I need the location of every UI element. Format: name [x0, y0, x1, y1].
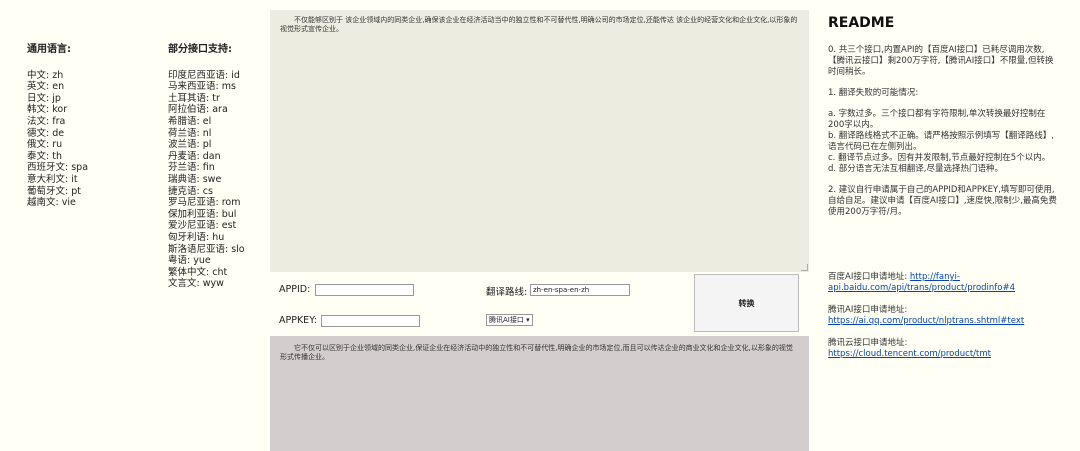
- language-item: 中文: zh: [27, 69, 64, 81]
- partial-languages-title: 部分接口支持:: [168, 44, 232, 55]
- language-item: 保加利亚语: bul: [168, 208, 237, 220]
- resize-grip-icon[interactable]: [801, 264, 808, 271]
- language-item: 越南文: vie: [27, 197, 76, 209]
- tencent-ai-link[interactable]: https://ai.qq.com/product/nlptrans.shtml…: [828, 316, 1024, 326]
- language-item: 韩文: kor: [27, 104, 68, 116]
- api-links: 百度AI接口申请地址: http://fanyi- api.baidu.com/…: [828, 272, 1024, 371]
- readme-panel: README 0. 共三个接口,内置API的【百度AI接口】已耗尽调用次数,【腾…: [828, 15, 1060, 359]
- route-input[interactable]: zh-en-spa-en-zh: [530, 284, 630, 296]
- language-item: 葡萄牙文: pt: [27, 185, 81, 197]
- language-item: 马来西亚语: ms: [168, 81, 236, 93]
- partial-languages-list: 部分接口支持: 印度尼西亚语: id 马来西亚语: ms 土耳其语: tr 阿拉伯语:…: [168, 44, 268, 290]
- language-item: 英文: en: [27, 81, 65, 93]
- baidu-link-b[interactable]: api.baidu.com/api/trans/product/prodinfo…: [828, 283, 1015, 293]
- language-item: 捷克语: cs: [168, 185, 213, 197]
- language-item: 阿拉伯语: ara: [168, 104, 228, 116]
- translate-controls: APPID: 翻译路线: zh-en-spa-en-zh APPKEY: 腾讯A…: [270, 272, 809, 334]
- language-item: 俄文: ru: [27, 139, 63, 151]
- readme-p3c: c. 翻译节点过多。因有并发限制,节点最好控制在5个以内。: [828, 153, 1051, 163]
- appkey-input[interactable]: [321, 315, 420, 327]
- baidu-link-label: 百度AI接口申请地址:: [828, 272, 908, 282]
- language-item: 匈牙利语: hu: [168, 231, 225, 243]
- language-item: 印度尼西亚语: id: [168, 69, 240, 81]
- readme-p3a: a. 字数过多。三个接口都有字符限制,单次转换最好控制在200字以内。: [828, 109, 1046, 130]
- readme-p2: 1. 翻译失败的可能情况:: [828, 88, 919, 98]
- tencent-cloud-link[interactable]: https://cloud.tencent.com/product/tmt: [828, 349, 991, 359]
- language-item: 爱沙尼亚语: est: [168, 220, 237, 232]
- common-languages-title: 通用语言:: [27, 44, 71, 55]
- readme-p4: 2. 建议自行申请属于自己的APPID和APPKEY,填写即可使用,自给自足。建…: [828, 185, 1057, 217]
- language-item: 希腊语: el: [168, 115, 212, 127]
- api-select[interactable]: 腾讯AI接口 ▾: [486, 314, 533, 326]
- language-item: 意大利文: it: [27, 173, 78, 185]
- language-item: 文言文: wyw: [168, 278, 224, 290]
- language-item: 西班牙文: spa: [27, 162, 89, 174]
- language-item: 德文: de: [27, 127, 65, 139]
- language-item: 罗马尼亚语: rom: [168, 197, 241, 209]
- language-item: 土耳其语: tr: [168, 92, 220, 104]
- readme-p3b: b. 翻译路线格式不正确。请严格按照示例填写【翻译路线】,语言代码已在左侧列出。: [828, 131, 1055, 152]
- language-item: 波兰语: pl: [168, 139, 212, 151]
- language-item: 瑞典语: swe: [168, 173, 222, 185]
- route-label: 翻译路线:: [486, 287, 528, 298]
- language-item: 粤语: yue: [168, 255, 211, 267]
- language-item: 芬兰语: fin: [168, 162, 215, 174]
- result-textarea[interactable]: 它不仅可以区别于企业领域的同类企业,保证企业在经济活动中的独立性和不可替代性,明…: [270, 336, 809, 451]
- readme-p1: 0. 共三个接口,内置API的【百度AI接口】已耗尽调用次数,【腾讯云接口】剩2…: [828, 45, 1054, 77]
- result-text: 它不仅可以区别于企业领域的同类企业,保证企业在经济活动中的独立性和不可替代性,明…: [280, 344, 793, 361]
- language-item: 荷兰语: nl: [168, 127, 212, 139]
- language-item: 泰文: th: [27, 150, 62, 162]
- common-languages-list: 通用语言: 中文: zh 英文: en 日文: jp 韩文: kor 法文: fra 德文…: [27, 44, 147, 209]
- convert-button[interactable]: 转换: [694, 274, 799, 332]
- tencent-cloud-link-label: 腾讯云接口申请地址:: [828, 338, 908, 348]
- readme-p3d: d. 部分语言无法互相翻译,尽量选择热门语种。: [828, 164, 1004, 174]
- language-item: 日文: jp: [27, 92, 61, 104]
- appid-input[interactable]: [315, 284, 414, 296]
- language-item: 丹麦语: dan: [168, 150, 221, 162]
- appkey-label: APPKEY:: [279, 315, 317, 326]
- language-item: 斯洛语尼亚语: slo: [168, 243, 245, 255]
- chevron-down-icon: ▾: [526, 316, 530, 324]
- language-item: 繁体中文: cht: [168, 266, 228, 278]
- baidu-link-a[interactable]: http://fanyi-: [910, 272, 960, 282]
- language-item: 法文: fra: [27, 115, 66, 127]
- source-text: 不仅能够区别于 该企业领域内的同类企业,确保该企业在经济活动当中的独立性和不可替…: [280, 16, 798, 33]
- readme-title: README: [828, 15, 895, 31]
- appid-label: APPID:: [279, 284, 311, 295]
- tencent-ai-link-label: 腾讯AI接口申请地址:: [828, 305, 908, 315]
- api-select-value: 腾讯AI接口: [489, 316, 524, 324]
- source-textarea[interactable]: 不仅能够区别于 该企业领域内的同类企业,确保该企业在经济活动当中的独立性和不可替…: [270, 10, 809, 272]
